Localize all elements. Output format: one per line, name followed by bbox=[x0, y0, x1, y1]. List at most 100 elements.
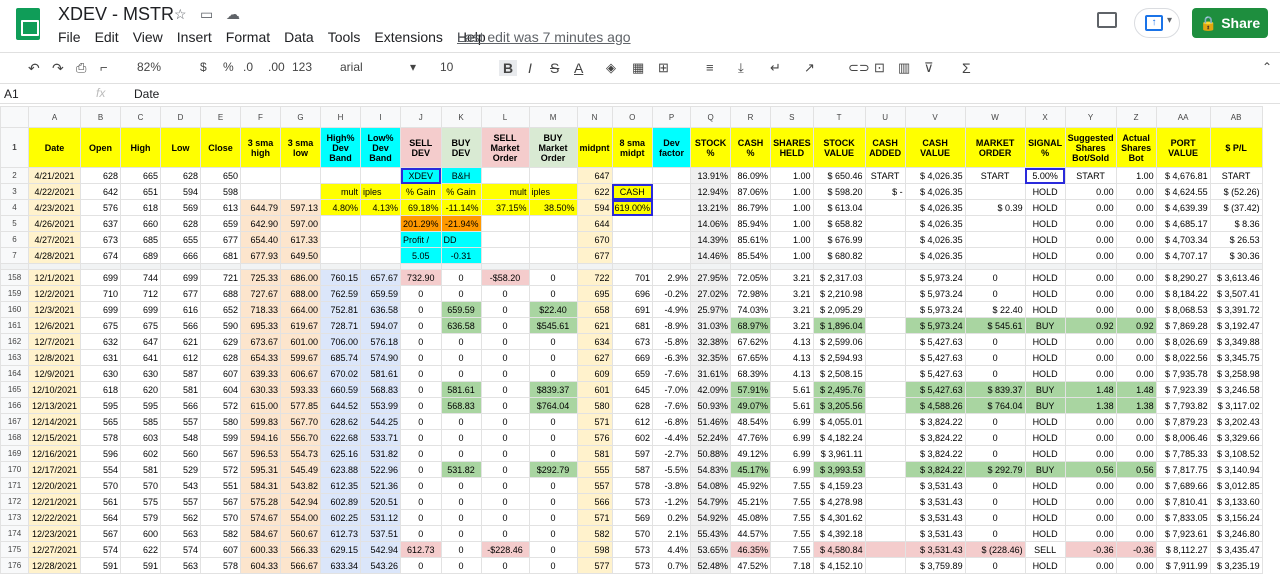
cell-p[interactable] bbox=[652, 183, 692, 200]
cell-z[interactable]: 0.56 bbox=[1115, 461, 1157, 478]
cell-f[interactable]: 695.33 bbox=[240, 317, 281, 334]
cell-b[interactable]: 642 bbox=[80, 183, 121, 200]
cell-o[interactable]: 681 bbox=[611, 317, 654, 334]
cell-h[interactable]: 4.80% bbox=[320, 199, 361, 216]
cell-t[interactable]: $ 2,495.76 bbox=[812, 381, 866, 398]
cell-o[interactable]: 701 bbox=[611, 269, 654, 286]
cell-a[interactable]: 12/14/2021 bbox=[28, 413, 81, 430]
cell-q[interactable]: 12.94% bbox=[690, 183, 732, 200]
cell-j[interactable]: 0 bbox=[400, 365, 442, 382]
cell-l[interactable]: 0 bbox=[480, 397, 530, 414]
cell-u[interactable] bbox=[864, 215, 906, 232]
cell-x[interactable]: HOLD bbox=[1024, 525, 1066, 542]
cell-e[interactable]: 659 bbox=[200, 215, 241, 232]
cell-y[interactable]: 0.00 bbox=[1064, 199, 1117, 216]
cell-ab[interactable]: $ 3,345.75 bbox=[1209, 349, 1263, 366]
menu-insert[interactable]: Insert bbox=[177, 29, 212, 45]
column-header-f[interactable]: F bbox=[240, 106, 281, 128]
cell-g[interactable]: 554.73 bbox=[280, 445, 321, 462]
cell-r[interactable]: 85.61% bbox=[730, 231, 772, 248]
cell-y[interactable]: 0.56 bbox=[1064, 461, 1117, 478]
cell-y[interactable]: 0.00 bbox=[1064, 413, 1117, 430]
cell-w[interactable]: 0 bbox=[964, 525, 1026, 542]
cell-v[interactable]: $ 3,531.43 bbox=[904, 509, 966, 526]
cell-k[interactable]: B&H bbox=[440, 167, 482, 184]
column-header-j[interactable]: J bbox=[400, 106, 442, 128]
cell-f[interactable]: 595.31 bbox=[240, 461, 281, 478]
cell-g[interactable]: 593.33 bbox=[280, 381, 321, 398]
cell-aa[interactable]: $ 7,869.28 bbox=[1155, 317, 1211, 334]
cell-a[interactable]: 4/23/2021 bbox=[28, 199, 81, 216]
cell-y[interactable]: 0.00 bbox=[1064, 509, 1117, 526]
row-header[interactable]: 163 bbox=[0, 349, 29, 366]
cell-q[interactable]: 54.79% bbox=[690, 493, 732, 510]
cell-i[interactable]: 521.36 bbox=[360, 477, 401, 494]
cell-j[interactable]: 0 bbox=[400, 381, 442, 398]
cell-u[interactable] bbox=[864, 317, 906, 334]
cell-a[interactable]: 12/13/2021 bbox=[28, 397, 81, 414]
cell-j[interactable]: 0 bbox=[400, 397, 442, 414]
cell-r[interactable]: 68.97% bbox=[730, 317, 772, 334]
cell-c[interactable]: 689 bbox=[120, 247, 161, 264]
cell-r[interactable]: 49.12% bbox=[730, 445, 772, 462]
cell-k[interactable]: 0 bbox=[440, 365, 482, 382]
column-title-b[interactable]: Open bbox=[80, 127, 121, 168]
cell-h[interactable]: 670.02 bbox=[320, 365, 361, 382]
row-header[interactable]: 162 bbox=[0, 333, 29, 350]
column-header-t[interactable]: T bbox=[812, 106, 866, 128]
cell-s[interactable]: 6.99 bbox=[770, 445, 814, 462]
column-title-c[interactable]: High bbox=[120, 127, 161, 168]
cell-c[interactable]: 579 bbox=[120, 509, 161, 526]
menu-tools[interactable]: Tools bbox=[328, 29, 361, 45]
cell-o[interactable]: 602 bbox=[611, 429, 654, 446]
cell-n[interactable]: 577 bbox=[576, 557, 613, 574]
cell-b[interactable]: 630 bbox=[80, 365, 121, 382]
formula-input[interactable]: Date bbox=[134, 87, 159, 101]
cell-y[interactable]: 0.00 bbox=[1064, 269, 1117, 286]
cell-w[interactable]: $ (228.46) bbox=[964, 541, 1026, 558]
cell-c[interactable]: 620 bbox=[120, 381, 161, 398]
cell-aa[interactable]: $ 4,685.17 bbox=[1155, 215, 1211, 232]
cell-n[interactable]: 594 bbox=[576, 199, 613, 216]
cell-w[interactable] bbox=[964, 183, 1026, 200]
cell-h[interactable]: 623.88 bbox=[320, 461, 361, 478]
cell-ab[interactable]: $ 3,192.47 bbox=[1209, 317, 1263, 334]
cell-x[interactable]: 5.00% bbox=[1024, 167, 1066, 184]
cell-aa[interactable]: $ 7,817.75 bbox=[1155, 461, 1211, 478]
cell-aa[interactable]: $ 8,184.22 bbox=[1155, 285, 1211, 302]
cell-h[interactable] bbox=[320, 167, 361, 184]
cell-u[interactable] bbox=[864, 269, 906, 286]
cell-k[interactable]: 0 bbox=[440, 525, 482, 542]
cell-v[interactable]: $ 5,427.63 bbox=[904, 365, 966, 382]
cell-s[interactable]: 3.21 bbox=[770, 301, 814, 318]
cell-n[interactable]: 557 bbox=[576, 477, 613, 494]
cell-e[interactable]: 607 bbox=[200, 365, 241, 382]
cell-m[interactable] bbox=[528, 231, 578, 248]
cell-i[interactable]: 659.59 bbox=[360, 285, 401, 302]
cell-z[interactable]: 0.00 bbox=[1115, 183, 1157, 200]
column-title-n[interactable]: midpnt bbox=[576, 127, 613, 168]
cell-j[interactable]: 0 bbox=[400, 445, 442, 462]
cell-m[interactable]: iples bbox=[528, 183, 578, 200]
cell-f[interactable]: 673.67 bbox=[240, 333, 281, 350]
cell-r[interactable]: 74.03% bbox=[730, 301, 772, 318]
cell-ab[interactable]: $ 3,246.80 bbox=[1209, 525, 1263, 542]
cell-i[interactable]: 537.51 bbox=[360, 525, 401, 542]
row-header[interactable]: 5 bbox=[0, 215, 29, 232]
cell-m[interactable]: 0 bbox=[528, 285, 578, 302]
cell-y[interactable]: 0.00 bbox=[1064, 493, 1117, 510]
column-title-r[interactable]: CASH % bbox=[730, 127, 772, 168]
cell-f[interactable]: 584.31 bbox=[240, 477, 281, 494]
cell-e[interactable]: 650 bbox=[200, 167, 241, 184]
cell-l[interactable] bbox=[480, 167, 530, 184]
cell-z[interactable]: 0.00 bbox=[1115, 199, 1157, 216]
cell-r[interactable]: 85.54% bbox=[730, 247, 772, 264]
cell-f[interactable]: 727.67 bbox=[240, 285, 281, 302]
cell-l[interactable]: mult bbox=[480, 183, 530, 200]
cell-m[interactable]: $292.79 bbox=[528, 461, 578, 478]
cell-g[interactable]: 597.00 bbox=[280, 215, 321, 232]
cell-ab[interactable]: $ 8.36 bbox=[1209, 215, 1263, 232]
filter-icon[interactable]: ⊽ bbox=[924, 60, 934, 76]
cell-g[interactable]: 649.50 bbox=[280, 247, 321, 264]
cell-r[interactable]: 68.39% bbox=[730, 365, 772, 382]
